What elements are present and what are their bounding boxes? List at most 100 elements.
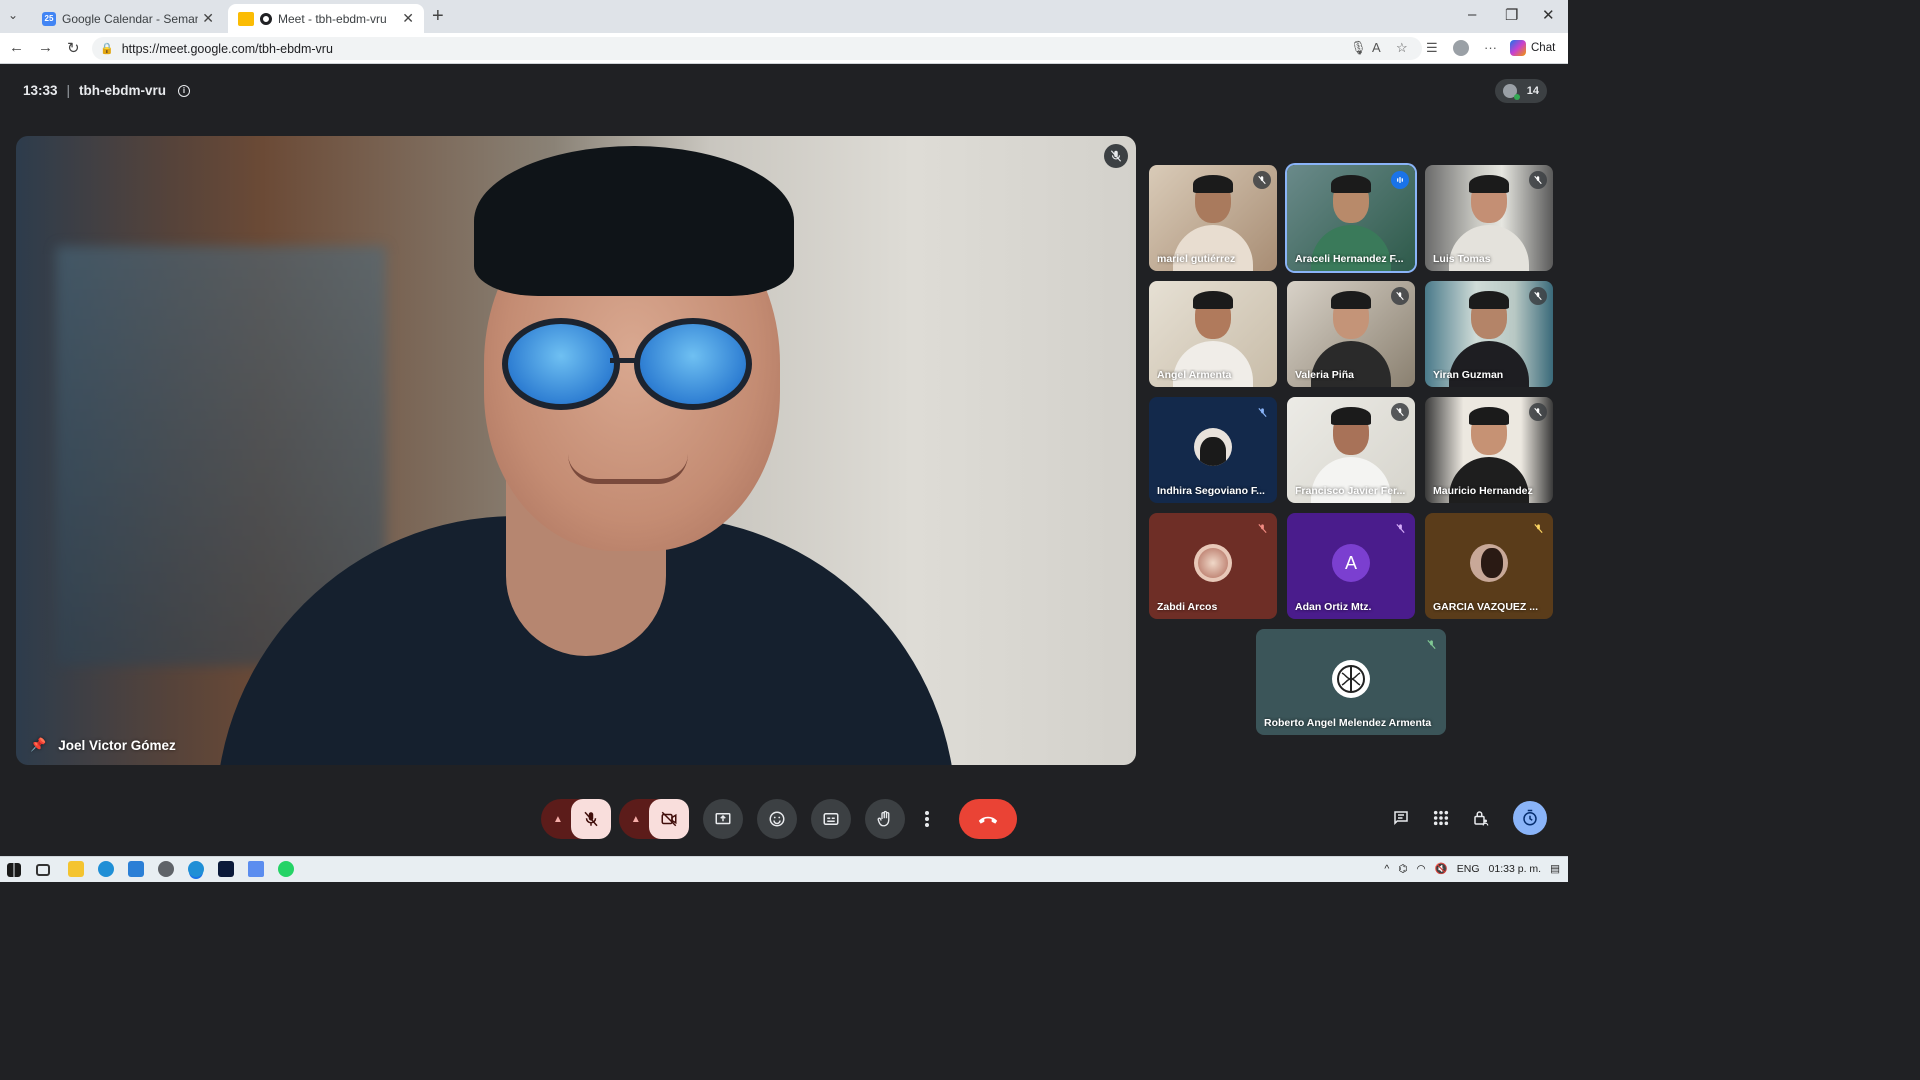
profile-avatar-icon[interactable]	[1453, 40, 1469, 56]
speaking-indicator-icon	[1391, 171, 1409, 189]
reload-icon[interactable]: ↻	[67, 39, 80, 57]
participant-avatar	[1332, 660, 1370, 698]
screen: ⌄ 25 Google Calendar - Semana del 20 ✕ M…	[0, 0, 1568, 882]
settings-gear-icon[interactable]	[158, 861, 174, 877]
host-controls-button[interactable]	[1461, 798, 1501, 838]
participant-name: Yiran Guzman	[1433, 369, 1504, 381]
people-icon	[1502, 84, 1520, 100]
participant-name: mariel gutiérrez	[1157, 253, 1236, 265]
favorite-star-icon[interactable]: ☆	[1396, 40, 1408, 56]
participant-tile[interactable]: Valeria Piña	[1287, 281, 1415, 387]
participant-tile[interactable]: Araceli Hernandez F...	[1287, 165, 1415, 271]
participant-tile[interactable]: Luis Tomas	[1425, 165, 1553, 271]
task-view-icon[interactable]	[36, 864, 50, 876]
toggle-microphone-button[interactable]	[570, 799, 611, 839]
file-explorer-icon[interactable]	[68, 861, 84, 877]
participant-count: 14	[1526, 85, 1539, 97]
url-text: https://meet.google.com/tbh-ebdm-vru	[121, 41, 333, 56]
leave-call-button[interactable]	[958, 799, 1017, 839]
present-icon	[715, 813, 731, 825]
participant-avatar	[1194, 544, 1232, 582]
clock[interactable]: 01:33 p. m.	[1489, 863, 1542, 875]
present-screen-button[interactable]	[702, 799, 743, 839]
copilot-chat-button[interactable]: Chat	[1510, 40, 1555, 56]
more-menu-icon[interactable]: ···	[1484, 40, 1497, 55]
whatsapp-icon[interactable]	[278, 861, 294, 877]
avatar-initial: A	[1344, 552, 1357, 573]
mic-off-icon	[1422, 635, 1440, 653]
main-video-tile[interactable]: 📌 Joel Victor Gómez	[16, 136, 1136, 765]
participant-tile[interactable]: Yiran Guzman	[1425, 281, 1553, 387]
raise-hand-button[interactable]	[864, 799, 905, 839]
captions-button[interactable]	[810, 799, 851, 839]
separator: |	[66, 83, 71, 98]
minimize-icon[interactable]: –	[1468, 6, 1476, 23]
participant-tile[interactable]: Angel Armenta	[1149, 281, 1277, 387]
meeting-info-icon[interactable]: i	[178, 84, 191, 97]
microphone-icon[interactable]: 🎙	[1350, 40, 1367, 56]
people-button[interactable]: 14	[1494, 79, 1547, 103]
mic-off-icon	[1253, 171, 1271, 189]
video-options-chevron-icon[interactable]: ▲	[631, 814, 641, 825]
participant-name: Mauricio Hernandez	[1433, 485, 1533, 497]
camera-control: ▲	[618, 799, 689, 839]
main-speaker-label: 📌 Joel Victor Gómez	[30, 737, 176, 753]
participant-name: Araceli Hernandez F...	[1295, 253, 1404, 265]
restore-icon[interactable]: ❐	[1505, 6, 1518, 24]
toggle-camera-button[interactable]	[648, 799, 689, 839]
edge-icon[interactable]	[98, 861, 114, 877]
close-window-icon[interactable]: ✕	[1542, 6, 1555, 24]
pin-icon[interactable]: 📌	[30, 737, 46, 753]
participant-tile[interactable]: Roberto Angel Melendez Armenta	[1256, 629, 1446, 735]
favorites-list-icon[interactable]: ☰	[1426, 40, 1438, 56]
glasses-lens-left	[502, 318, 620, 410]
reactions-button[interactable]	[756, 799, 797, 839]
meeting-tools-button[interactable]	[1513, 801, 1547, 835]
notifications-icon[interactable]: ▤	[1550, 863, 1560, 875]
language-indicator[interactable]: ENG	[1457, 863, 1480, 875]
participant-tile[interactable]: A Adan Ortiz Mtz.	[1287, 513, 1415, 619]
text-editor-icon[interactable]	[218, 861, 234, 877]
participant-tile[interactable]: Zabdi Arcos	[1149, 513, 1277, 619]
vscode-icon[interactable]	[128, 861, 144, 877]
tab-list-chevron-icon[interactable]: ⌄	[8, 8, 18, 22]
participant-tile[interactable]: Francisco Javier Fer...	[1287, 397, 1415, 503]
participant-tile[interactable]: Mauricio Hernandez	[1425, 397, 1553, 503]
close-tab-icon[interactable]: ✕	[402, 10, 414, 27]
mic-off-icon	[1529, 287, 1547, 305]
network-icon[interactable]: ⌬	[1398, 863, 1407, 875]
address-bar[interactable]: 🔒 https://meet.google.com/tbh-ebdm-vru	[92, 37, 1422, 60]
forward-icon[interactable]: →	[38, 39, 53, 56]
wifi-icon[interactable]: ◠	[1417, 863, 1426, 875]
captions-icon	[823, 813, 839, 825]
participant-avatar	[1470, 544, 1508, 582]
participant-tile[interactable]: Indhira Segoviano F...	[1149, 397, 1277, 503]
participant-tile[interactable]: mariel gutiérrez	[1149, 165, 1277, 271]
close-tab-icon[interactable]: ✕	[202, 10, 214, 27]
meeting-time: 13:33	[23, 83, 58, 98]
volume-muted-icon[interactable]: 🔇	[1435, 862, 1448, 875]
edge-active-icon[interactable]	[188, 861, 204, 877]
participant-name: Angel Armenta	[1157, 369, 1232, 381]
tab-title: Meet - tbh-ebdm-vru	[278, 11, 387, 26]
chat-button[interactable]	[1381, 798, 1421, 838]
more-options-button[interactable]	[913, 799, 941, 839]
site-info-icon[interactable]: 🔒	[100, 42, 114, 55]
show-hidden-icons-chevron-icon[interactable]: ^	[1384, 863, 1389, 875]
activities-button[interactable]	[1421, 798, 1461, 838]
mic-off-icon	[1529, 519, 1547, 537]
participant-name: GARCIA VAZQUEZ ...	[1433, 601, 1538, 613]
participant-tile[interactable]: GARCIA VAZQUEZ ...	[1425, 513, 1553, 619]
back-icon[interactable]: ←	[9, 39, 24, 56]
browser-nav-bar: ← → ↻ 🔒 https://meet.google.com/tbh-ebdm…	[0, 33, 1568, 64]
tab-meet[interactable]: Meet - tbh-ebdm-vru ✕	[228, 4, 424, 33]
audio-options-chevron-icon[interactable]: ▲	[553, 814, 563, 825]
mic-off-icon	[1253, 519, 1271, 537]
translate-icon[interactable]: A	[1372, 40, 1381, 55]
new-tab-icon[interactable]: +	[432, 5, 444, 28]
microphone-control: ▲	[541, 799, 611, 839]
app-icon[interactable]	[248, 861, 264, 877]
start-menu-icon[interactable]	[7, 863, 21, 877]
tab-google-calendar[interactable]: 25 Google Calendar - Semana del 20 ✕	[32, 4, 224, 33]
call-controls: ▲ ▲	[541, 798, 1025, 840]
